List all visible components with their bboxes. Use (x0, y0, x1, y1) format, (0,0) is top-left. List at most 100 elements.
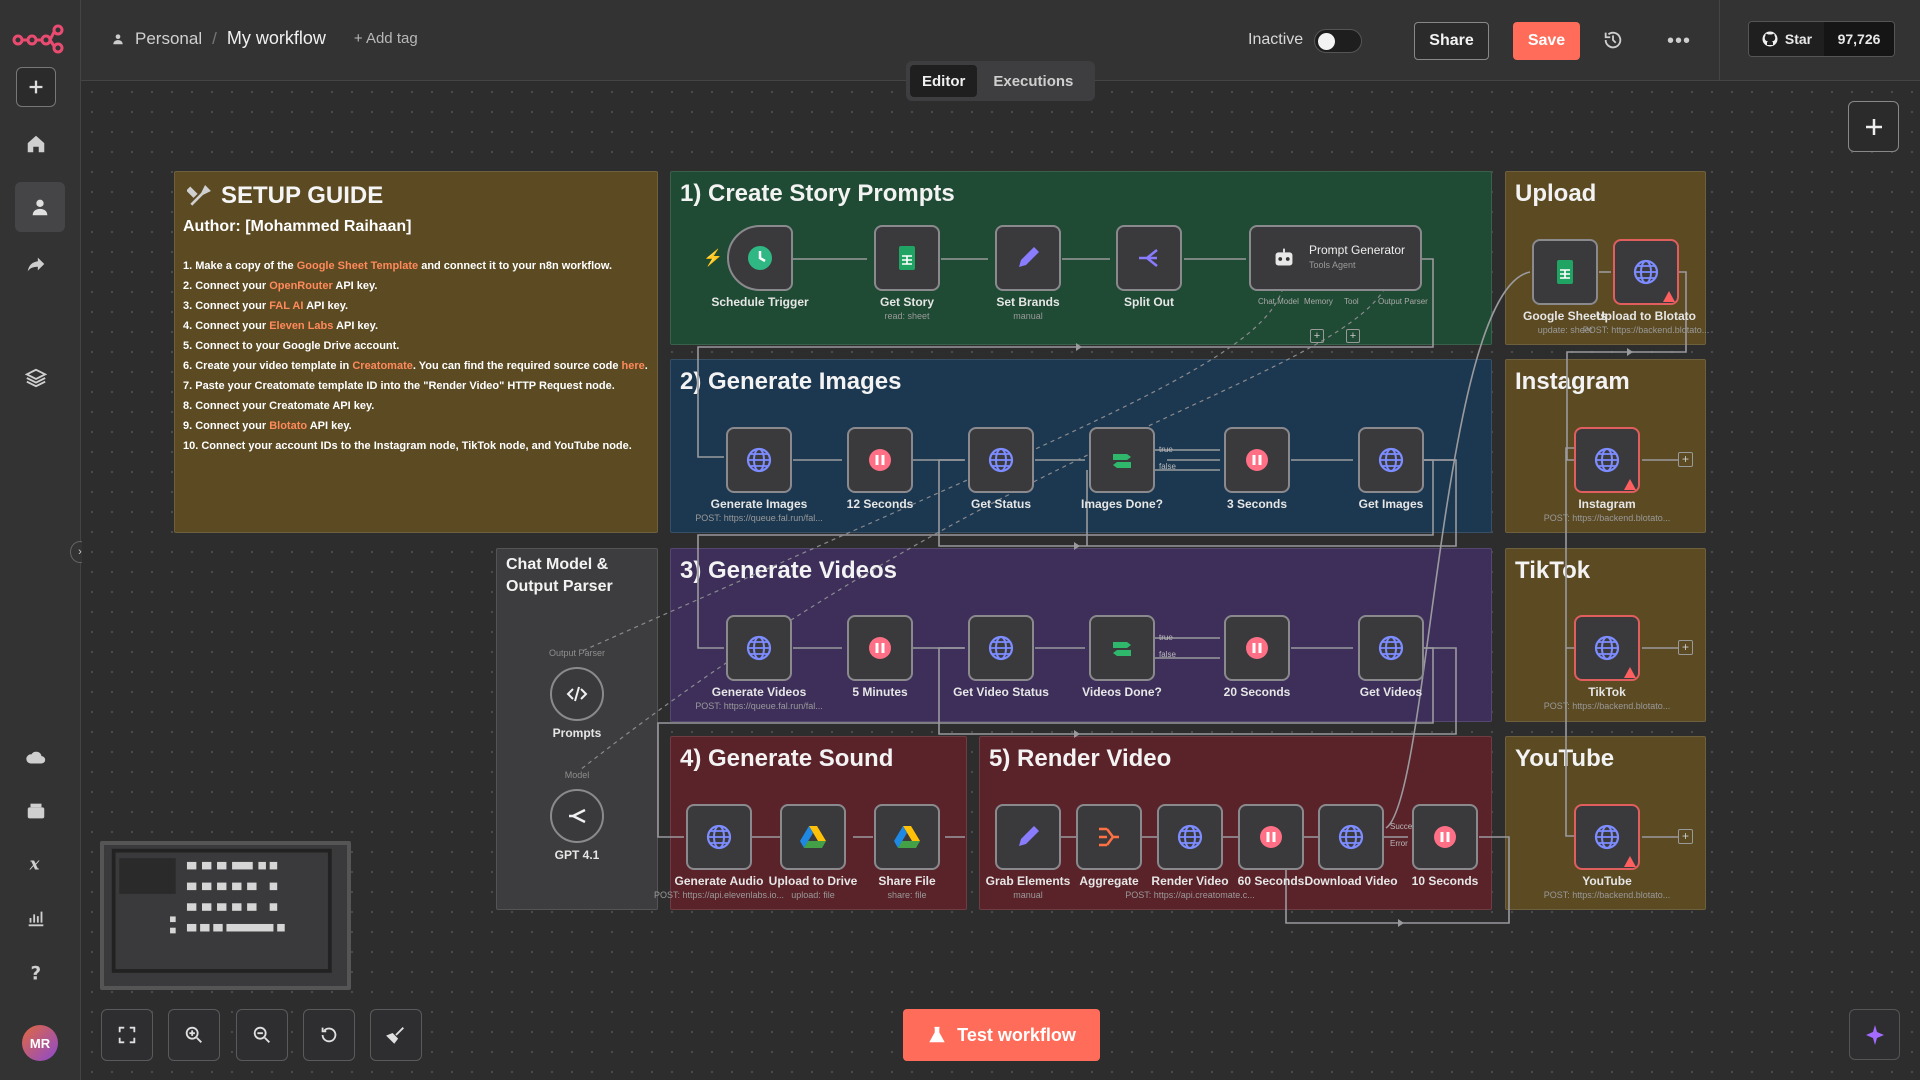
home-icon[interactable] (16, 124, 56, 164)
setup-step-link[interactable]: Eleven Labs (269, 320, 333, 332)
setup-guide-title: SETUP GUIDE (187, 182, 383, 210)
breadcrumb-project[interactable]: Personal (135, 29, 202, 49)
images-done-node-label: Images Done? (1080, 497, 1164, 511)
variables-icon[interactable]: x (16, 844, 56, 884)
wait-20s-node[interactable] (1224, 615, 1290, 681)
more-options-icon[interactable]: ••• (1667, 30, 1691, 53)
schedule-trigger-node[interactable] (727, 225, 793, 291)
add-next-node-icon[interactable]: + (1678, 452, 1693, 467)
github-star-label: Star (1784, 31, 1813, 47)
group-title: Upload (1515, 180, 1597, 207)
get-story-node[interactable] (874, 225, 940, 291)
github-star-button[interactable]: Star 97,726 (1748, 21, 1895, 57)
group-title: 5) Render Video (989, 745, 1172, 772)
wait-60s-node[interactable] (1238, 804, 1304, 870)
setup-step-link[interactable]: here (622, 360, 645, 372)
share-file-node[interactable] (874, 804, 940, 870)
get-images-node[interactable] (1358, 427, 1424, 493)
agent-connector-label: Chat Model (1258, 297, 1299, 306)
setup-step-link[interactable]: Creatomate (352, 360, 413, 372)
insights-chart-icon[interactable] (16, 898, 56, 938)
history-icon[interactable] (1602, 29, 1624, 56)
setup-step: 4. Connect your Eleven Labs API key. (183, 316, 653, 336)
zoom-out-button[interactable] (236, 1009, 288, 1061)
gpt-top-label: Model (564, 770, 590, 780)
avatar[interactable]: MR (22, 1025, 58, 1061)
view-tabs: Editor Executions (906, 61, 1095, 101)
wait-10s-node[interactable] (1412, 804, 1478, 870)
tab-editor[interactable]: Editor (910, 65, 978, 97)
zoom-in-button[interactable] (168, 1009, 220, 1061)
gpt-model-node[interactable] (550, 789, 604, 843)
prompts-top-label: Output Parser (548, 648, 606, 658)
ai-assistant-button[interactable] (1849, 1009, 1900, 1060)
setup-step-text: 1. Make a copy of the (183, 260, 297, 272)
agent-connector-label: Output Parser (1378, 297, 1428, 306)
set-brands-node[interactable] (995, 225, 1061, 291)
add-next-node-icon[interactable]: + (1678, 640, 1693, 655)
tiktok-node[interactable] (1574, 615, 1640, 681)
add-tag-link[interactable]: + Add tag (354, 30, 418, 47)
generate-audio-node[interactable] (686, 804, 752, 870)
setup-step-text: 7. Paste your Creatomate template ID int… (183, 380, 615, 392)
pause-icon (1260, 826, 1282, 848)
clock-icon (748, 246, 772, 270)
setup-step-link[interactable]: FAL AI (269, 300, 303, 312)
prompt-generator-node[interactable]: Prompt Generator Tools Agent (1249, 225, 1422, 291)
templates-icon[interactable] (16, 791, 56, 831)
wait-5m-node[interactable] (847, 615, 913, 681)
grab-elements-node[interactable] (995, 804, 1061, 870)
save-button[interactable]: Save (1513, 22, 1580, 60)
reset-zoom-button[interactable] (303, 1009, 355, 1061)
get-video-status-node[interactable] (968, 615, 1034, 681)
prompt-generator-subtitle: Tools Agent (1309, 260, 1356, 270)
gpt-label: GPT 4.1 (554, 848, 600, 862)
workflow-name[interactable]: My workflow (227, 28, 326, 49)
tab-executions[interactable]: Executions (983, 65, 1083, 97)
tidy-up-button[interactable] (370, 1009, 422, 1061)
share-button[interactable]: Share (1414, 22, 1489, 60)
add-icon[interactable] (16, 67, 56, 107)
upload-to-blotato-node[interactable] (1613, 239, 1679, 305)
add-sub-node-icon[interactable]: + (1310, 329, 1324, 343)
videos-done-node[interactable] (1089, 615, 1155, 681)
aggregate-node[interactable] (1076, 804, 1142, 870)
get-status-node[interactable] (968, 427, 1034, 493)
wait-12s-node[interactable] (847, 427, 913, 493)
add-sub-node-icon[interactable]: + (1346, 329, 1360, 343)
images-done-node[interactable] (1089, 427, 1155, 493)
fit-view-button[interactable] (101, 1009, 153, 1061)
download-video-node[interactable] (1318, 804, 1384, 870)
setup-step: 9. Connect your Blotato API key. (183, 416, 653, 436)
wait-3s-node[interactable] (1224, 427, 1290, 493)
test-workflow-button[interactable]: Test workflow (903, 1009, 1100, 1061)
minimap[interactable] (100, 841, 351, 990)
personal-user-icon[interactable] (15, 182, 65, 232)
layers-icon[interactable] (16, 358, 56, 398)
generate-images-node[interactable] (726, 427, 792, 493)
help-icon[interactable]: ? (16, 953, 56, 993)
instagram-node[interactable] (1574, 427, 1640, 493)
setup-guide-note[interactable]: SETUP GUIDE Author: [Mohammed Raihaan] 1… (174, 171, 658, 533)
add-node-button[interactable] (1848, 101, 1899, 152)
youtube-node[interactable] (1574, 804, 1640, 870)
setup-step-link[interactable]: OpenRouter (269, 280, 333, 292)
active-toggle[interactable] (1314, 29, 1362, 53)
generate-videos-node[interactable] (726, 615, 792, 681)
setup-step-link[interactable]: Blotato (269, 420, 307, 432)
split-out-node[interactable] (1116, 225, 1182, 291)
drive-icon (800, 826, 826, 848)
prompts-output-parser-node[interactable] (550, 667, 604, 721)
google-sheets-node[interactable] (1532, 239, 1598, 305)
cloud-icon[interactable] (16, 738, 56, 778)
n8n-logo[interactable] (12, 20, 64, 54)
get-videos-node[interactable] (1358, 615, 1424, 681)
upload-to-blotato-node-subtitle: POST: https://backend.blotato... (1582, 325, 1710, 335)
setup-step-link[interactable]: Google Sheet Template (297, 260, 418, 272)
pause-icon (1246, 449, 1268, 471)
render-video-node[interactable] (1157, 804, 1223, 870)
add-next-node-icon[interactable]: + (1678, 829, 1693, 844)
share-forward-icon[interactable] (16, 244, 56, 284)
get-videos-node-label: Get Videos (1359, 685, 1423, 699)
upload-to-drive-node[interactable] (780, 804, 846, 870)
